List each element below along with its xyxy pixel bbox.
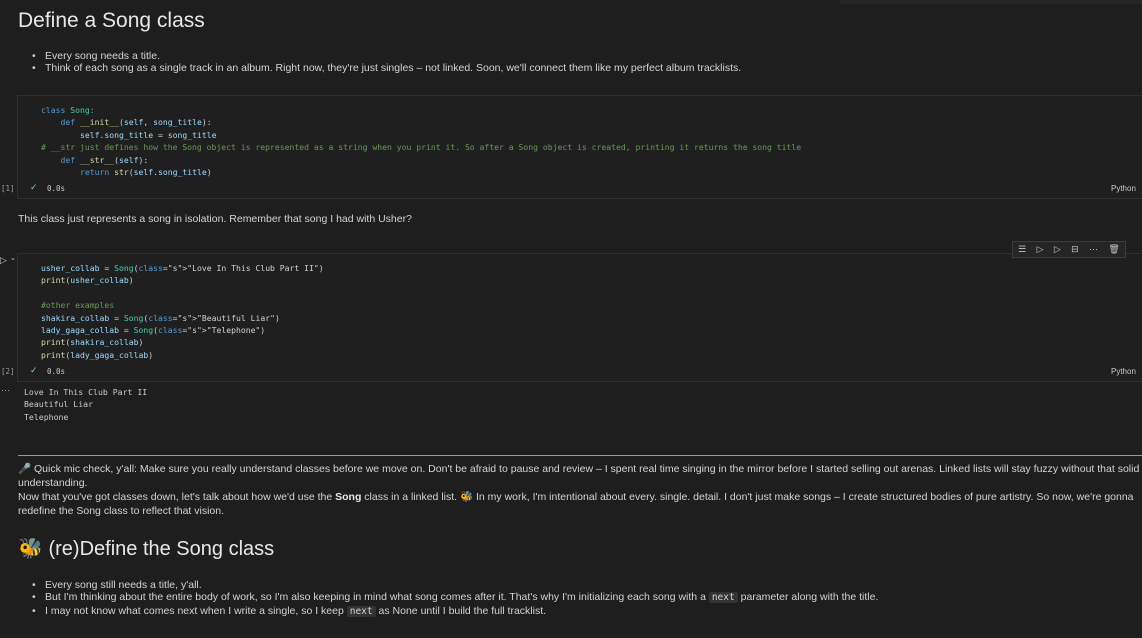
cell-output: Love In This Club Part II Beautiful Liar… <box>24 386 147 423</box>
success-check-icon: ✓ <box>30 182 38 192</box>
cell-language[interactable]: Python <box>1111 184 1136 193</box>
bee-icon: 🐝 <box>459 491 474 503</box>
split-cell-icon[interactable]: ⊟ <box>1071 245 1079 254</box>
bee-icon: 🐝 <box>18 538 43 560</box>
run-cell-icon[interactable]: ▷ <box>0 255 7 266</box>
top-bar <box>840 0 1142 4</box>
code-line: return str(self.song_title) <box>79 167 212 178</box>
more-icon[interactable]: ⋯ <box>1089 245 1098 254</box>
code-line: print(lady_gaga_collab) <box>41 349 154 360</box>
inline-code: next <box>346 605 376 617</box>
output-more-icon[interactable]: ⋯ <box>1 385 10 396</box>
section-title: Define a Song class <box>18 9 205 32</box>
bullet-list: Every song still needs a title, y'all. B… <box>18 579 878 618</box>
success-check-icon: ✓ <box>30 365 38 375</box>
code-line: lady_gaga_collab = Song(class="s">"Telep… <box>41 325 266 336</box>
execution-time: 0.0s <box>47 184 66 193</box>
inline-code: next <box>708 592 738 604</box>
execution-count: [2] <box>1 367 15 376</box>
list-item: Think of each song as a single track in … <box>18 62 741 75</box>
list-item: I may not know what comes next when I wr… <box>18 605 878 618</box>
markdown-paragraph: This class just represents a song in iso… <box>18 213 412 225</box>
microphone-icon: 🎤 <box>18 463 32 475</box>
cell-language[interactable]: Python <box>1111 367 1136 376</box>
code-line: usher_collab = Song(class="s">"Love In T… <box>41 263 324 273</box>
execution-count: [1] <box>1 184 15 193</box>
divider <box>18 455 1142 456</box>
list-item: Every song needs a title. <box>18 50 741 63</box>
run-by-line-icon[interactable]: ☰ <box>1018 245 1026 254</box>
code-line: class Song: <box>41 105 95 115</box>
code-line: def __init__(self, song_title): <box>60 117 212 128</box>
execution-time: 0.0s <box>47 367 66 376</box>
code-line: shakira_collab = Song(class="s">"Beautif… <box>41 312 280 323</box>
list-item: But I'm thinking about the entire body o… <box>18 591 878 604</box>
code-line: self.song_title = song_title <box>79 129 217 140</box>
bullet-list: Every song needs a title. Think of each … <box>18 50 741 75</box>
execute-below-icon[interactable]: ▷ <box>1054 245 1061 254</box>
code-editor[interactable]: usher_collab = Song(class="s">"Love In T… <box>41 262 324 361</box>
code-line: print(usher_collab) <box>41 275 134 286</box>
code-line: # __str just defines how the Song object… <box>41 142 802 153</box>
delete-icon[interactable]: 🗑 <box>1108 245 1119 254</box>
code-editor[interactable]: class Song: def __init__(self, song_titl… <box>41 104 801 178</box>
output-line: Beautiful Liar <box>24 399 94 410</box>
execute-above-icon[interactable]: ▷ <box>1037 245 1044 254</box>
code-line: print(shakira_collab) <box>41 337 144 348</box>
section-title: 🐝 (re)Define the Song class <box>18 538 275 560</box>
cell-toolbar: ☰ ▷ ▷ ⊟ ⋯ 🗑 <box>1012 241 1126 258</box>
chevron-down-icon[interactable]: ⌄ <box>10 254 16 262</box>
markdown-paragraph: 🎤 Quick mic check, y'all: Make sure you … <box>18 463 1140 517</box>
output-line: Telephone <box>24 411 69 422</box>
output-line: Love In This Club Part II <box>24 387 148 397</box>
code-line: def __str__(self): <box>60 154 149 165</box>
code-line: #other examples <box>41 300 115 311</box>
list-item: Every song still needs a title, y'all. <box>18 579 878 592</box>
